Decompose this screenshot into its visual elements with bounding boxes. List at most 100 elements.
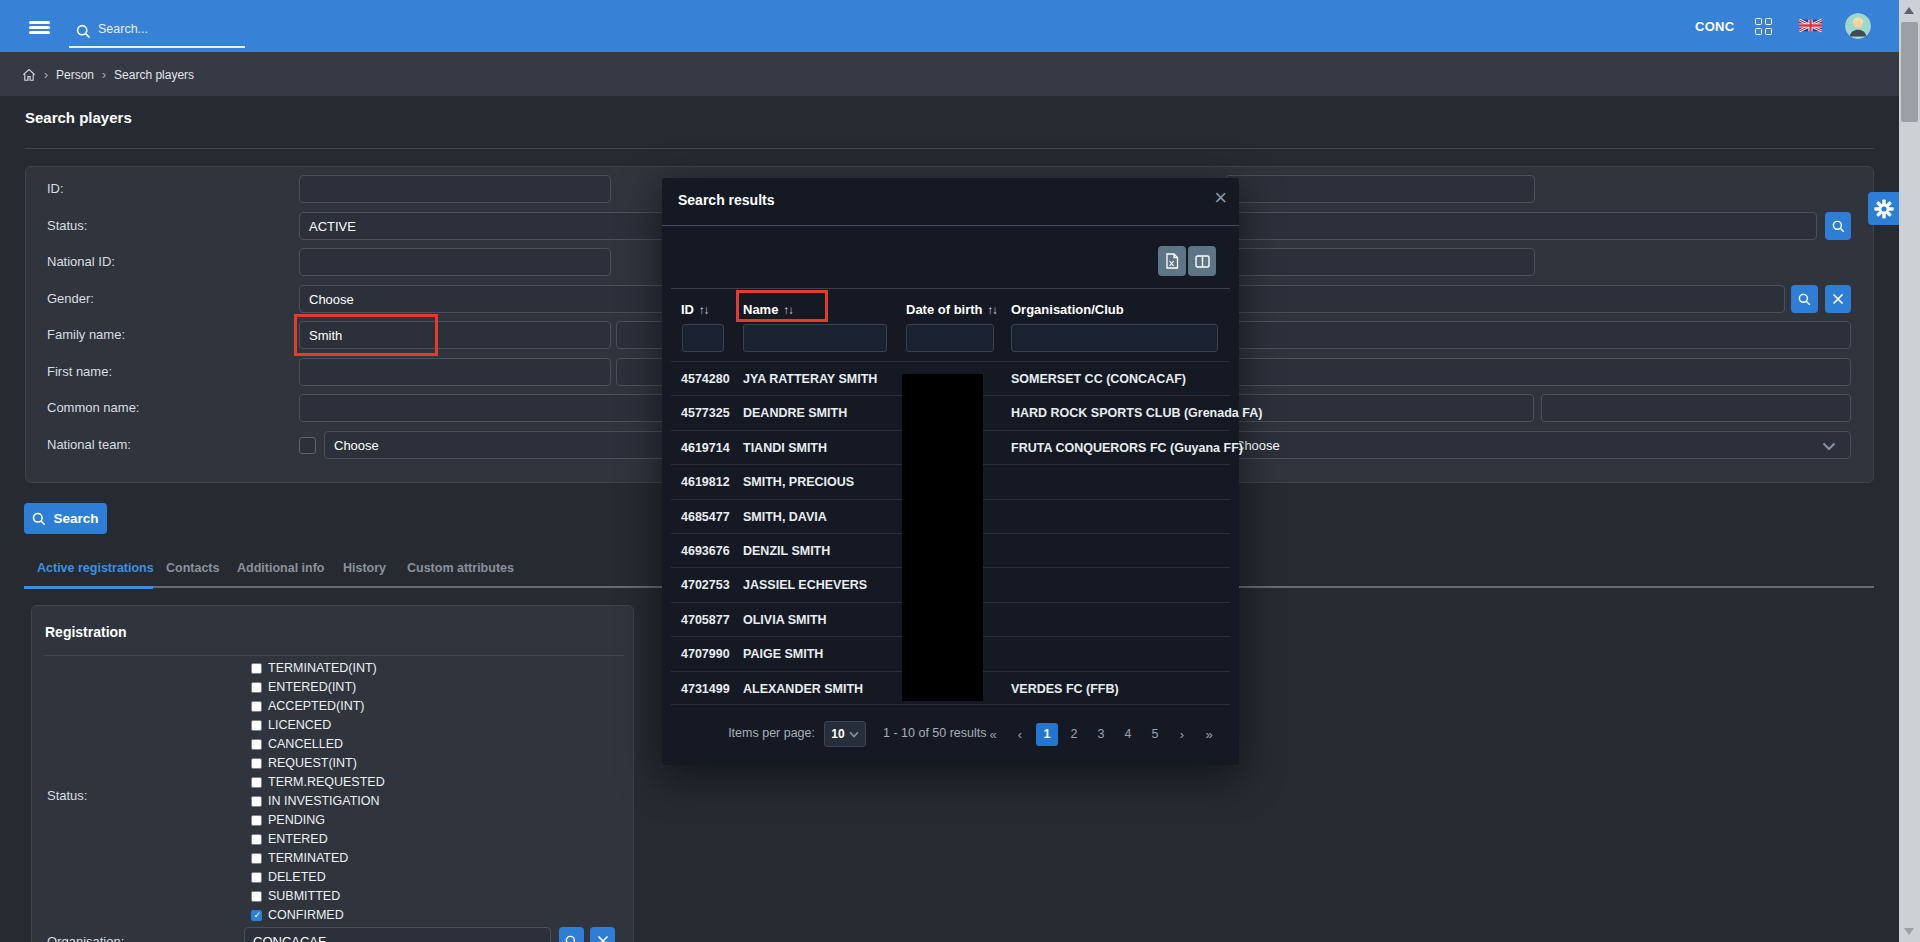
checkbox-icon[interactable] — [251, 834, 262, 845]
checkbox-icon[interactable] — [251, 663, 262, 674]
export-excel-button[interactable] — [1158, 246, 1186, 276]
tab[interactable]: Additional info — [237, 561, 324, 575]
breadcrumb-item-person[interactable]: Person — [56, 68, 94, 82]
page-number-button[interactable]: 5 — [1144, 723, 1166, 746]
pagination-summary: 1 - 10 of 50 results — [883, 726, 987, 740]
gender-clear-button[interactable] — [1825, 285, 1851, 313]
id-input-secondary[interactable] — [1225, 175, 1535, 203]
checkbox-icon[interactable] — [251, 910, 262, 921]
status-checkbox-item[interactable]: TERMINATED — [251, 851, 348, 865]
checkbox-icon[interactable] — [251, 720, 262, 731]
filter-input-id[interactable] — [682, 324, 724, 352]
status-checkbox-item[interactable]: DELETED — [251, 870, 326, 884]
checkbox-icon[interactable] — [251, 815, 262, 826]
filter-input-org[interactable] — [1011, 324, 1218, 352]
national-id-input[interactable] — [299, 248, 611, 276]
items-per-page-select[interactable]: 10 — [824, 721, 866, 747]
page-number-button[interactable]: 4 — [1117, 723, 1139, 746]
title-divider — [25, 148, 1874, 149]
first-name-label: First name: — [47, 358, 112, 386]
page-number-button[interactable]: 1 — [1036, 723, 1058, 746]
tab[interactable]: History — [343, 561, 386, 575]
checkbox-icon[interactable] — [251, 853, 262, 864]
status-search-button[interactable] — [1825, 212, 1851, 240]
status-checkbox-item[interactable]: ACCEPTED(INT) — [251, 699, 365, 713]
page-number-button[interactable]: 2 — [1063, 723, 1085, 746]
column-header-org[interactable]: Organisation/Club — [1011, 302, 1124, 317]
column-header-dob[interactable]: Date of birth↑↓ — [906, 302, 997, 317]
items-per-page-label: Items per page: — [728, 726, 815, 740]
status-checkbox-item[interactable]: CANCELLED — [251, 737, 343, 751]
national-team-select-secondary[interactable]: Choose — [1225, 431, 1851, 459]
status-checkbox-item[interactable]: PENDING — [251, 813, 325, 827]
checkbox-icon[interactable] — [251, 891, 262, 902]
organisation-short-name: CONC — [1695, 19, 1734, 34]
scroll-down-arrow[interactable] — [1904, 928, 1914, 935]
breadcrumb: › Person › Search players — [0, 52, 1899, 97]
checkbox-icon[interactable] — [251, 796, 262, 807]
family-name-label: Family name: — [47, 321, 125, 349]
annotation-highlight-name-column — [736, 290, 828, 322]
common-name-label: Common name: — [47, 394, 139, 422]
common-name-input-secondary[interactable] — [1541, 394, 1851, 422]
menu-icon[interactable] — [29, 21, 50, 34]
table-header-border — [671, 288, 1230, 289]
search-underline — [69, 46, 245, 48]
modal-divider — [662, 225, 1239, 226]
first-page-button[interactable]: « — [982, 723, 1004, 746]
scroll-up-arrow[interactable] — [1904, 7, 1914, 14]
checkbox-icon[interactable] — [251, 701, 262, 712]
sort-icon: ↑↓ — [988, 304, 998, 316]
status-checkbox-item[interactable]: CONFIRMED — [251, 908, 344, 922]
tab[interactable]: Contacts — [166, 561, 219, 575]
home-icon[interactable] — [22, 68, 36, 82]
search-icon — [76, 24, 91, 39]
status-checkbox-item[interactable]: LICENCED — [251, 718, 331, 732]
columns-button[interactable] — [1188, 246, 1216, 276]
checkbox-icon[interactable] — [251, 682, 262, 693]
filter-input-dob[interactable] — [906, 324, 994, 352]
first-name-input[interactable] — [299, 358, 611, 386]
page-scrollbar[interactable] — [1899, 0, 1920, 942]
column-header-id[interactable]: ID↑↓ — [681, 302, 709, 317]
breadcrumb-item-search-players[interactable]: Search players — [114, 68, 194, 82]
page-title: Search players — [25, 109, 132, 126]
search-button[interactable]: Search — [24, 503, 107, 534]
status-checkbox-item[interactable]: TERM.REQUESTED — [251, 775, 385, 789]
global-search-input[interactable] — [98, 18, 245, 40]
national-id-input-secondary[interactable] — [1225, 248, 1535, 276]
settings-gear-button[interactable] — [1868, 192, 1899, 225]
checkbox-icon[interactable] — [251, 777, 262, 788]
status-checkbox-item[interactable]: SUBMITTED — [251, 889, 340, 903]
search-icon — [32, 512, 46, 526]
organisation-clear-button[interactable] — [590, 927, 615, 942]
language-flag-icon[interactable] — [1799, 18, 1822, 33]
checkbox-icon[interactable] — [251, 758, 262, 769]
prev-page-button[interactable]: ‹ — [1009, 723, 1031, 746]
last-page-button[interactable]: » — [1198, 723, 1220, 746]
user-avatar[interactable] — [1845, 13, 1871, 39]
organisation-search-button[interactable] — [559, 927, 584, 942]
status-checkbox-item[interactable]: ENTERED(INT) — [251, 680, 356, 694]
checkbox-icon[interactable] — [251, 739, 262, 750]
pagination-bar: Items per page: 10 1 - 10 of 50 results … — [662, 721, 1239, 747]
scrollbar-thumb[interactable] — [1901, 22, 1918, 122]
close-icon[interactable]: × — [1214, 187, 1227, 209]
filter-input-name[interactable] — [743, 324, 887, 352]
checkbox-icon[interactable] — [251, 872, 262, 883]
status-checkbox-item[interactable]: TERMINATED(INT) — [251, 661, 377, 675]
organisation-select[interactable]: CONCACAF — [244, 927, 551, 942]
status-checkbox-item[interactable]: IN INVESTIGATION — [251, 794, 380, 808]
gender-search-button[interactable] — [1791, 285, 1818, 313]
redaction-overlay — [902, 374, 983, 701]
national-team-checkbox[interactable] — [299, 437, 316, 454]
status-checkbox-item[interactable]: REQUEST(INT) — [251, 756, 357, 770]
apps-grid-icon[interactable] — [1755, 18, 1772, 35]
tab[interactable]: Custom attributes — [407, 561, 514, 575]
status-checkbox-item[interactable]: ENTERED — [251, 832, 328, 846]
next-page-button[interactable]: › — [1171, 723, 1193, 746]
page-number-button[interactable]: 3 — [1090, 723, 1112, 746]
breadcrumb-separator: › — [102, 68, 106, 82]
id-input[interactable] — [299, 175, 611, 203]
tab[interactable]: Active registrations — [37, 561, 154, 575]
